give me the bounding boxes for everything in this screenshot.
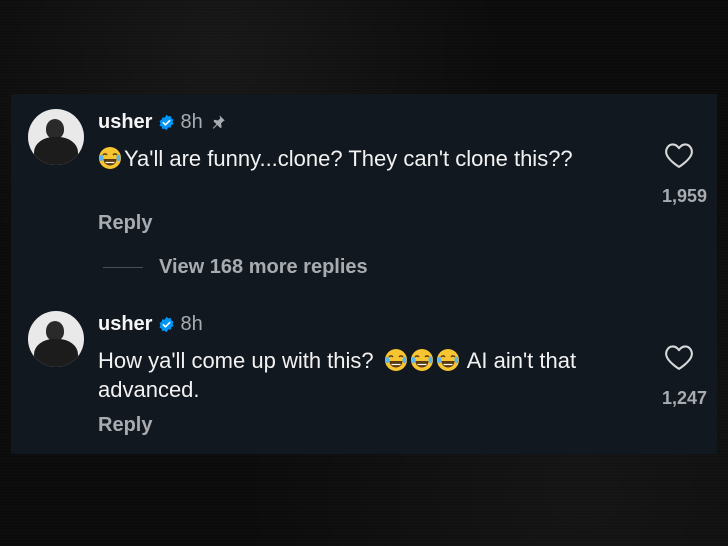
avatar-figure-head	[46, 321, 64, 341]
timestamp: 8h	[180, 312, 203, 335]
comment-header: usher 8h	[98, 311, 203, 337]
heart-outline-icon[interactable]	[664, 141, 694, 169]
face-with-tears-of-joy-emoji	[384, 348, 408, 372]
comment-text: Ya'll are funny...clone? They can't clon…	[98, 144, 638, 173]
avatar[interactable]	[28, 311, 84, 367]
verified-badge-icon	[158, 114, 175, 131]
comment-text-content: Ya'll are funny...clone? They can't clon…	[124, 146, 573, 171]
comment-text: How ya'll come up with this? AI ain't th…	[98, 346, 638, 404]
avatar-figure-body	[34, 339, 78, 367]
view-more-replies[interactable]: View 168 more replies	[103, 256, 368, 279]
face-with-tears-of-joy-emoji	[98, 146, 122, 170]
avatar-figure-body	[34, 137, 78, 165]
like-count: 1,247	[661, 388, 707, 408]
comment-text-before: How ya'll come up with this?	[98, 348, 374, 373]
reply-button[interactable]: Reply	[98, 414, 152, 437]
like-count: 1,959	[661, 186, 707, 206]
comments-panel: usher 8h Ya'll are funny...clone? They c…	[11, 94, 717, 454]
face-with-tears-of-joy-emoji	[436, 348, 460, 372]
view-more-replies-label: View 168 more replies	[159, 256, 368, 278]
username[interactable]: usher	[98, 313, 152, 336]
timestamp: 8h	[180, 110, 203, 133]
face-with-tears-of-joy-emoji	[410, 348, 434, 372]
divider-line	[103, 267, 143, 268]
heart-outline-icon[interactable]	[664, 343, 694, 371]
comment-header: usher 8h	[98, 109, 227, 135]
pin-icon	[209, 113, 227, 131]
avatar[interactable]	[28, 109, 84, 165]
username[interactable]: usher	[98, 111, 152, 134]
verified-badge-icon	[158, 316, 175, 333]
reply-button[interactable]: Reply	[98, 212, 152, 235]
avatar-figure-head	[46, 119, 64, 139]
